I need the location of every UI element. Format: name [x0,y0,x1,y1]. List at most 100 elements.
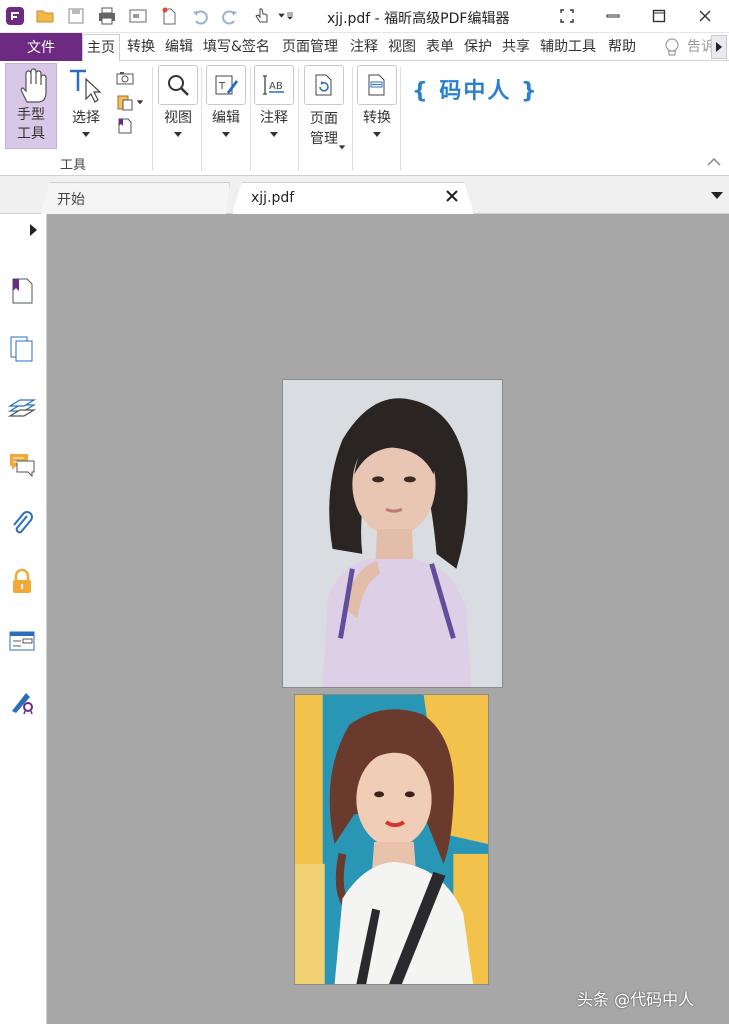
ribbon-separator [250,67,251,171]
hand-icon [20,68,47,103]
collapse-ribbon-icon[interactable] [706,155,722,167]
comments-icon[interactable] [7,450,37,480]
attachment-icon[interactable] [7,508,37,538]
page-manage-tool-frame [304,65,344,105]
maximize-icon[interactable] [644,4,674,28]
menu-view[interactable]: 视图 [388,33,416,61]
comment-tool-label: 注释 [260,110,288,126]
chevron-right-icon [716,42,722,52]
menu-page-manage[interactable]: 页面管理 [282,33,338,61]
menu-form[interactable]: 表单 [426,33,454,61]
menu-help[interactable]: 帮助 [608,33,636,61]
svg-text:T: T [218,81,226,92]
hand-cursor-icon[interactable] [251,5,273,27]
edit-tool-button[interactable]: T 编辑 [206,65,246,137]
clipboard-icon[interactable] [114,91,136,113]
tab-start-label: 开始 [57,191,85,208]
svg-text:AB: AB [269,81,283,92]
new-document-icon[interactable] [158,5,180,27]
magnifier-icon [168,75,189,96]
expand-panel-icon[interactable] [30,224,37,236]
menu-convert[interactable]: 转换 [127,33,155,61]
quick-access-dropdown-icon[interactable] [274,5,298,27]
undo-icon[interactable] [189,5,211,27]
comment-tool-frame: AB [254,65,294,105]
comment-tool-button[interactable]: AB 注释 [254,65,294,137]
ribbon-separator [152,67,153,171]
select-dropdown-icon[interactable] [82,132,90,137]
portrait-photo-1 [283,380,502,687]
security-lock-icon[interactable] [7,566,37,596]
close-tab-icon[interactable] [445,189,459,203]
convert-tool-button[interactable]: 转换 [357,65,397,137]
menu-home[interactable]: 主页 [82,34,120,62]
menu-scroll-right-button[interactable] [711,35,727,59]
comment-dropdown-icon[interactable] [270,132,278,137]
print-icon[interactable] [96,5,118,27]
menu-fill-sign[interactable]: 填写&签名 [203,33,270,61]
hand-tool-button[interactable]: 手型 工具 [5,63,57,149]
bookmark-icon[interactable] [7,276,37,306]
ribbon-separator [400,67,401,171]
document-view[interactable] [47,214,729,1024]
page-manage-dropdown-icon[interactable] [337,136,347,158]
select-tool-label: 选择 [72,110,100,126]
convert-tool-label: 转换 [363,110,391,126]
menu-share[interactable]: 共享 [502,33,530,61]
document-tab-bar: 开始 xjj.pdf [0,176,729,214]
ribbon: 手型 工具 选择 工具 视图 T 编辑 AB 注释 页面 管理 转换 {码中人… [0,61,729,176]
lightbulb-icon [665,38,679,56]
menu-protect[interactable]: 保护 [464,33,492,61]
view-tool-frame [158,65,198,105]
portrait-photo-2 [295,695,488,984]
text-annotation-icon: AB [263,75,284,95]
menu-edit[interactable]: 编辑 [165,33,193,61]
tab-document-label: xjj.pdf [251,190,295,206]
tell-me-input[interactable]: 告诉 [687,33,711,61]
save-icon[interactable] [65,5,87,27]
text-select-icon [70,69,102,103]
signature-icon[interactable] [7,686,37,716]
pdf-page-photo-2 [294,694,489,985]
page-manage-tool-label: 页面 管理 [310,111,338,147]
select-tool-button[interactable]: 选择 [66,65,106,137]
watermark-text: 头条 @代码中人 [577,990,695,1009]
edit-dropdown-icon[interactable] [222,132,230,137]
layers-icon[interactable] [7,392,37,422]
convert-dropdown-icon[interactable] [373,132,381,137]
hand-tool-label: 手型 工具 [17,107,45,142]
tab-start[interactable]: 开始 [40,182,230,214]
navigation-sidebar [0,214,47,1024]
menu-accessibility[interactable]: 辅助工具 [540,33,596,61]
clipboard-dropdown-icon[interactable] [134,91,146,113]
open-folder-icon[interactable] [34,5,56,27]
view-tool-button[interactable]: 视图 [158,65,198,137]
view-tool-label: 视图 [164,110,192,126]
fullscreen-icon[interactable] [552,4,582,28]
snapshot-icon[interactable] [114,67,136,89]
view-dropdown-icon[interactable] [174,132,182,137]
file-menu-button[interactable]: 文件 [0,33,82,61]
email-icon[interactable] [127,5,149,27]
tab-list-dropdown-icon[interactable] [711,192,723,199]
brand-logo-text: { 码中人 } [412,79,539,104]
menu-bar: 文件 主页 转换 编辑 填写&签名 页面管理 注释 视图 表单 保护 共享 辅助… [0,33,729,62]
close-icon[interactable] [690,4,720,28]
tab-document[interactable]: xjj.pdf [232,182,474,214]
title-bar: xjj.pdf - 福昕高级PDF编辑器 [0,0,729,33]
ribbon-separator [298,67,299,171]
ribbon-separator [352,67,353,171]
minimize-icon[interactable] [598,4,628,28]
foxit-logo-icon[interactable] [4,5,26,27]
redo-icon[interactable] [219,5,241,27]
menu-comment[interactable]: 注释 [350,33,378,61]
convert-tool-frame [357,65,397,105]
ocr-document-icon [368,74,385,96]
page-bookmark-icon[interactable] [114,115,136,137]
pdf-page-photo-1 [282,379,503,688]
ribbon-separator [201,67,202,171]
form-fields-icon[interactable] [7,626,37,656]
edit-tool-label: 编辑 [212,110,240,126]
edit-text-icon: T [215,75,238,95]
pages-icon[interactable] [7,334,37,364]
